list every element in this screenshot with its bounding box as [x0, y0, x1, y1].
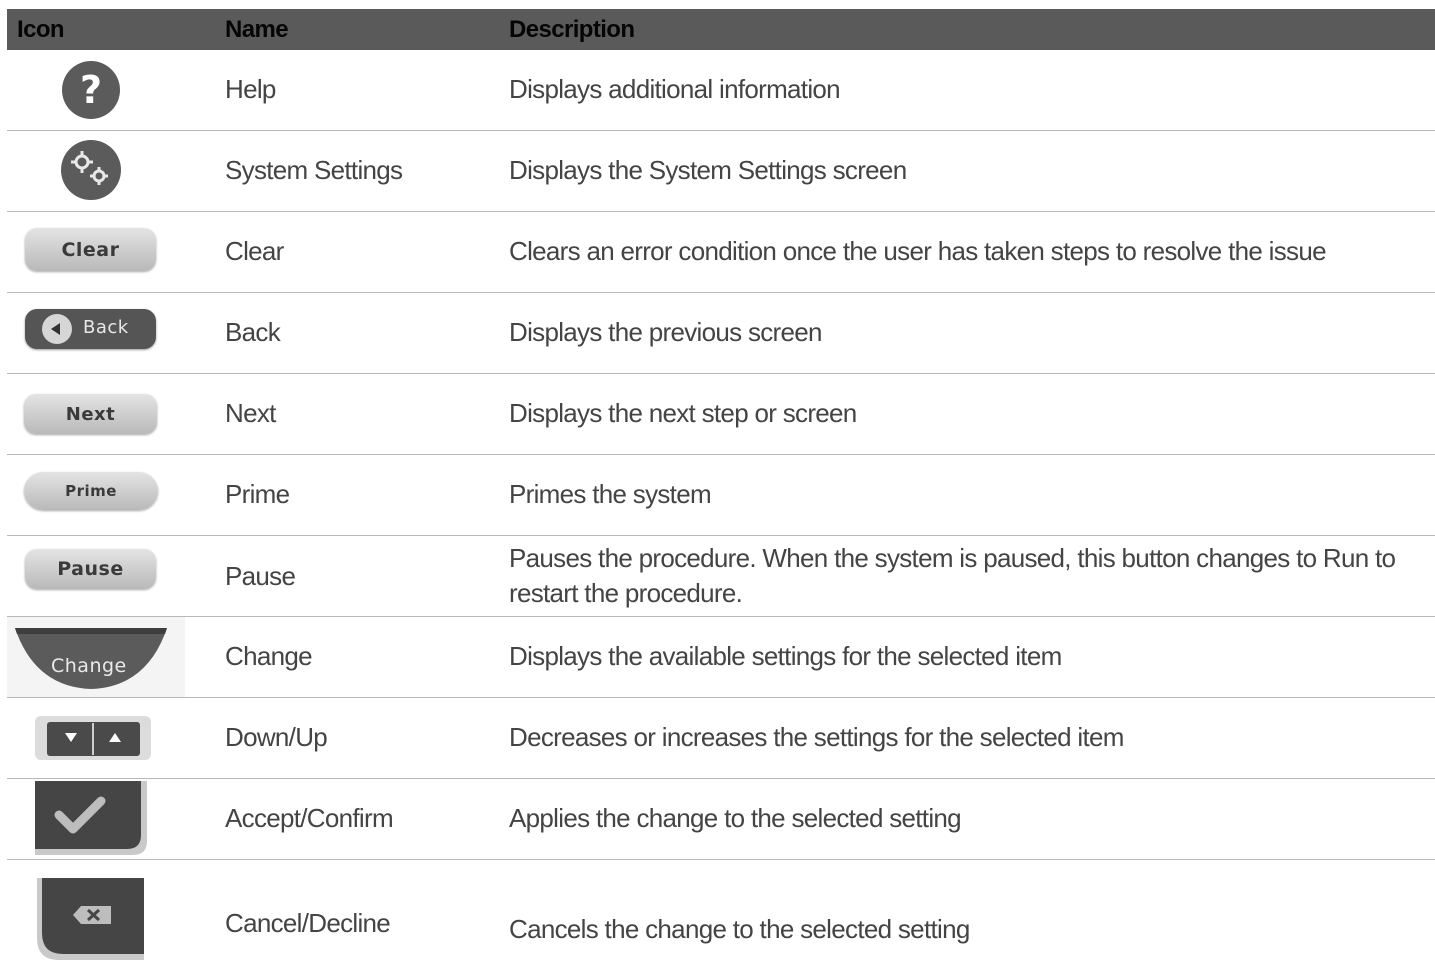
row-description: Cancels the change to the selected setti…: [509, 914, 970, 944]
row-name: Down/Up: [225, 722, 328, 752]
row-description: Displays the previous screen: [509, 317, 822, 347]
next-button-icon: Next: [7, 374, 207, 454]
back-button-label: Back: [83, 317, 129, 338]
clear-button-icon: Clear: [7, 212, 207, 292]
row-name: System Settings: [225, 155, 403, 185]
row-name: Change: [225, 641, 313, 671]
table-row-back: Back Back Displays the previous screen: [7, 293, 1435, 374]
table-row-help: ? Help Displays additional information: [7, 50, 1435, 131]
row-description: Decreases or increases the settings for …: [509, 722, 1124, 752]
down-up-icon: [7, 698, 207, 778]
table-row-system-settings: System Settings Displays the System Sett…: [7, 131, 1435, 212]
gears-icon: [7, 131, 207, 211]
row-name: Clear: [225, 236, 284, 266]
row-name: Next: [225, 398, 276, 428]
change-button-icon: Change: [7, 617, 207, 697]
row-name: Accept/Confirm: [225, 803, 394, 833]
table-header: Icon Name Description: [7, 9, 1435, 50]
header-name: Name: [225, 16, 289, 43]
row-name: Cancel/Decline: [225, 908, 391, 938]
cancel-x-icon: [7, 860, 207, 975]
row-name: Prime: [225, 479, 290, 509]
pause-button-label: Pause: [25, 549, 156, 589]
change-button-label: Change: [51, 655, 127, 677]
prime-button-label: Prime: [24, 472, 158, 510]
table-row-down-up: Down/Up Decreases or increases the setti…: [7, 698, 1435, 779]
row-name: Back: [225, 317, 281, 347]
table-row-clear: Clear Clear Clears an error condition on…: [7, 212, 1435, 293]
next-button-label: Next: [24, 394, 157, 434]
header-icon: Icon: [17, 16, 65, 43]
table-row-accept-confirm: Accept/Confirm Applies the change to the…: [7, 779, 1435, 860]
svg-text:?: ?: [80, 68, 102, 112]
table-row-next: Next Next Displays the next step or scre…: [7, 374, 1435, 455]
help-icon: ?: [7, 50, 207, 130]
row-name: Pause: [225, 561, 296, 591]
back-button-icon: Back: [7, 293, 207, 373]
row-description: Pauses the procedure. When the system is…: [509, 543, 1396, 608]
table-row-prime: Prime Prime Primes the system: [7, 455, 1435, 536]
pause-button-icon: Pause: [7, 536, 207, 616]
row-description: Displays the available settings for the …: [509, 641, 1062, 671]
row-description: Primes the system: [509, 479, 712, 509]
table-row-pause: Pause Pause Pauses the procedure. When t…: [7, 536, 1435, 617]
row-description: Displays additional information: [509, 74, 841, 104]
row-description: Displays the System Settings screen: [509, 155, 907, 185]
table-row-cancel-decline: Cancel/Decline Cancels the change to the…: [7, 860, 1435, 975]
header-description: Description: [509, 16, 635, 43]
row-name: Help: [225, 74, 276, 104]
clear-button-label: Clear: [25, 228, 156, 271]
table-row-change: Change Change Displays the available set…: [7, 617, 1435, 698]
row-description: Displays the next step or screen: [509, 398, 857, 428]
row-description: Applies the change to the selected setti…: [509, 803, 962, 833]
row-description: Clears an error condition once the user …: [509, 236, 1327, 266]
prime-button-icon: Prime: [7, 455, 207, 535]
checkmark-icon: [7, 779, 207, 859]
